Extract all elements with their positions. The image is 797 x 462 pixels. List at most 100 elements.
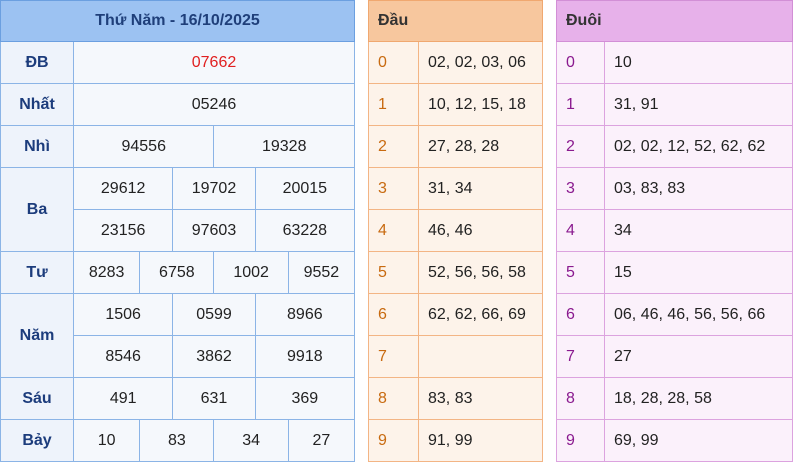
prize-number: 63228 (254, 209, 356, 252)
head-digit: 3 (368, 167, 419, 210)
head-table-title: Đầu (368, 0, 543, 42)
prize-number: 631 (172, 377, 256, 420)
tail-values: 03, 83, 83 (604, 167, 793, 210)
tail-row: 0 10 (556, 41, 793, 84)
prize-number: 491 (72, 377, 174, 420)
prize-number: 94556 (72, 125, 215, 168)
tail-values: 15 (604, 251, 793, 294)
head-row: 2 27, 28, 28 (368, 125, 543, 168)
prize-number: 20015 (254, 167, 356, 210)
head-digit: 4 (368, 209, 419, 252)
head-row: 6 62, 62, 66, 69 (368, 293, 543, 336)
prize-row-fourth: Tư 8283 6758 1002 9552 (0, 251, 356, 294)
prize-label-sixth: Sáu (0, 377, 74, 420)
tail-row: 2 02, 02, 12, 52, 62, 62 (556, 125, 793, 168)
prize-number: 23156 (72, 209, 174, 252)
tail-digits-table: Đuôi 0 10 1 31, 91 2 02, 02, 12, 52, 62, 62… (556, 0, 793, 462)
head-digit: 1 (368, 83, 419, 126)
tail-table-title: Đuôi (556, 0, 793, 42)
head-row: 9 91, 99 (368, 419, 543, 462)
tail-values: 31, 91 (604, 83, 793, 126)
tail-digit: 7 (556, 335, 605, 378)
tail-row: 1 31, 91 (556, 83, 793, 126)
prize-number: 83 (139, 419, 215, 462)
prize-number: 27 (287, 419, 356, 462)
tail-row: 7 27 (556, 335, 793, 378)
tail-row: 5 15 (556, 251, 793, 294)
head-values: 91, 99 (418, 419, 543, 462)
prize-row-first: Nhất 05246 (0, 83, 355, 126)
head-values: 62, 62, 66, 69 (418, 293, 543, 336)
first-prize-number: 05246 (73, 83, 355, 126)
tail-digit: 3 (556, 167, 605, 210)
prize-number: 19328 (213, 125, 355, 168)
prize-label-first: Nhất (0, 83, 74, 126)
prize-number: 1506 (72, 293, 174, 336)
tail-digit: 5 (556, 251, 605, 294)
special-prize-number: 07662 (73, 41, 355, 84)
prize-row-special: ĐB 07662 (0, 41, 355, 84)
tail-values: 27 (604, 335, 793, 378)
prize-number: 29612 (72, 167, 174, 210)
head-values: 27, 28, 28 (418, 125, 543, 168)
head-row: 4 46, 46 (368, 209, 543, 252)
prize-row-seventh: Bảy 10 83 34 27 (0, 419, 356, 462)
head-values: 83, 83 (418, 377, 543, 420)
prize-label-seventh: Bảy (0, 419, 74, 462)
head-digit: 0 (368, 41, 419, 84)
prize-number: 3862 (172, 335, 256, 378)
tail-values: 10 (604, 41, 793, 84)
head-row: 5 52, 56, 56, 58 (368, 251, 543, 294)
head-digit: 5 (368, 251, 419, 294)
head-row: 7 (368, 335, 543, 378)
prize-row-fifth: Năm 1506 0599 8966 (0, 293, 356, 378)
head-values: 10, 12, 15, 18 (418, 83, 543, 126)
prize-number: 10 (72, 419, 141, 462)
results-title: Thứ Năm - 16/10/2025 (0, 0, 355, 42)
results-table: Thứ Năm - 16/10/2025 ĐB 07662 Nhất 05246… (0, 0, 356, 462)
tail-row: 4 34 (556, 209, 793, 252)
prize-label-special: ĐB (0, 41, 74, 84)
prize-number: 369 (254, 377, 356, 420)
head-digit: 6 (368, 293, 419, 336)
tail-values: 06, 46, 46, 56, 56, 66 (604, 293, 793, 336)
head-row: 8 83, 83 (368, 377, 543, 420)
tail-digit: 4 (556, 209, 605, 252)
head-row: 1 10, 12, 15, 18 (368, 83, 543, 126)
head-values: 02, 02, 03, 06 (418, 41, 543, 84)
prize-label-second: Nhì (0, 125, 74, 168)
head-values (418, 335, 543, 378)
tail-digit: 0 (556, 41, 605, 84)
head-values: 52, 56, 56, 58 (418, 251, 543, 294)
tail-row: 3 03, 83, 83 (556, 167, 793, 210)
tail-values: 18, 28, 28, 58 (604, 377, 793, 420)
prize-number: 97603 (172, 209, 256, 252)
tail-digit: 1 (556, 83, 605, 126)
tail-values: 34 (604, 209, 793, 252)
head-digit: 9 (368, 419, 419, 462)
prize-row-sixth: Sáu 491 631 369 (0, 377, 356, 420)
prize-number: 9552 (287, 251, 356, 294)
head-digit: 8 (368, 377, 419, 420)
prize-row-third: Ba 29612 19702 20015 (0, 167, 356, 252)
tail-row: 8 18, 28, 28, 58 (556, 377, 793, 420)
prize-number: 6758 (139, 251, 215, 294)
prize-number: 1002 (213, 251, 289, 294)
prize-number: 8283 (72, 251, 141, 294)
head-values: 31, 34 (418, 167, 543, 210)
prize-label-fifth: Năm (0, 293, 74, 378)
head-values: 46, 46 (418, 209, 543, 252)
tail-row: 6 06, 46, 46, 56, 56, 66 (556, 293, 793, 336)
prize-number: 8966 (254, 293, 356, 336)
prize-number: 0599 (172, 293, 256, 336)
tail-row: 9 69, 99 (556, 419, 793, 462)
prize-number: 19702 (172, 167, 256, 210)
tail-values: 02, 02, 12, 52, 62, 62 (604, 125, 793, 168)
tail-values: 69, 99 (604, 419, 793, 462)
head-row: 3 31, 34 (368, 167, 543, 210)
prize-number: 8546 (72, 335, 174, 378)
head-row: 0 02, 02, 03, 06 (368, 41, 543, 84)
head-digit: 7 (368, 335, 419, 378)
tail-digit: 6 (556, 293, 605, 336)
tail-digit: 9 (556, 419, 605, 462)
